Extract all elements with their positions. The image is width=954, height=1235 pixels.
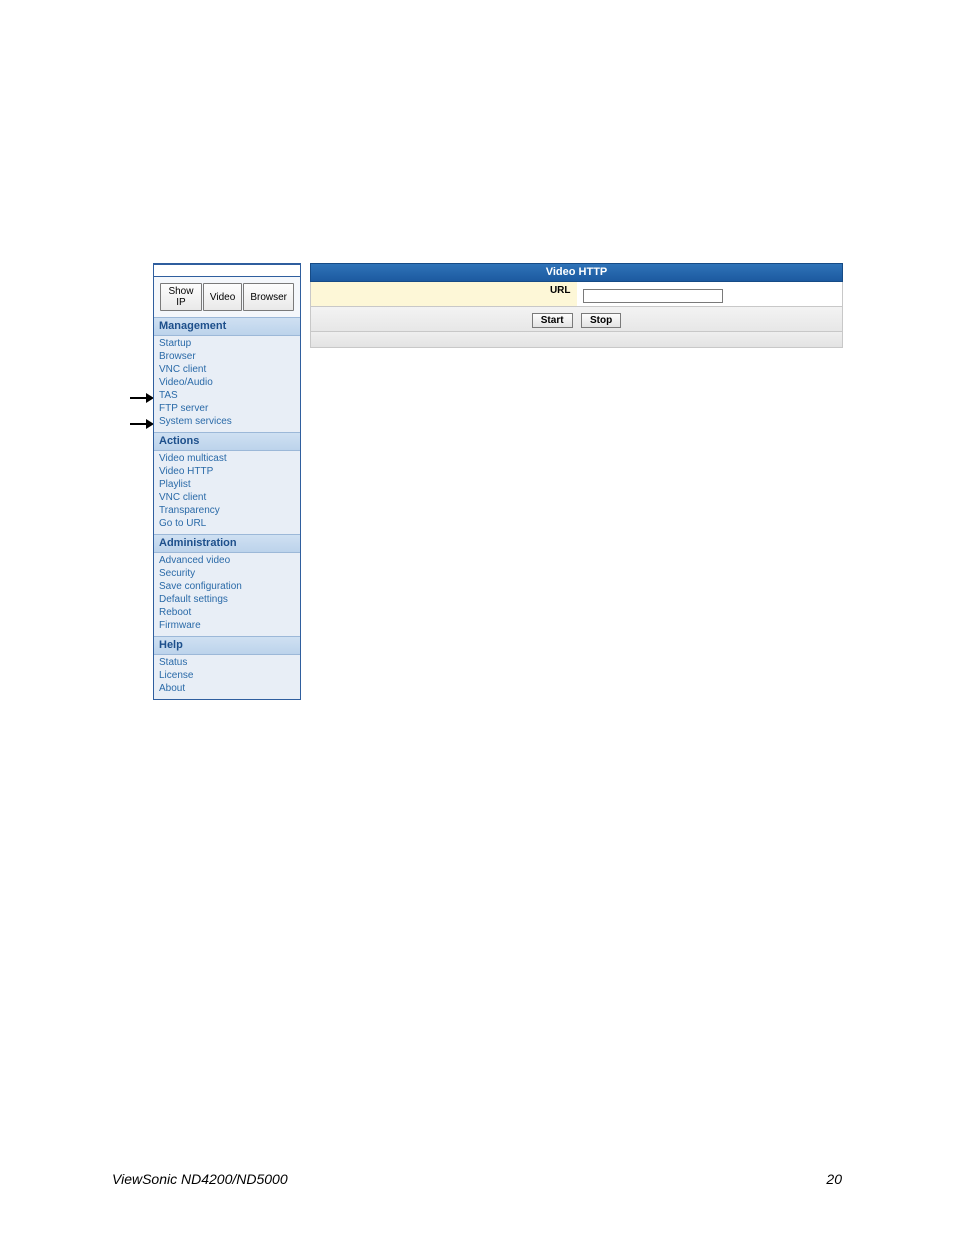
- url-row: URL: [310, 282, 843, 307]
- url-label: URL: [311, 282, 577, 306]
- section-management-body: Startup Browser VNC client Video/Audio T…: [154, 336, 300, 432]
- video-button[interactable]: Video: [203, 283, 242, 311]
- nav-status[interactable]: Status: [154, 657, 300, 670]
- section-actions-header: Actions: [154, 432, 300, 451]
- nav-playlist[interactable]: Playlist: [154, 479, 300, 492]
- nav-vnc-client[interactable]: VNC client: [154, 364, 300, 377]
- stop-button[interactable]: Stop: [581, 313, 621, 328]
- url-input[interactable]: [583, 289, 723, 303]
- nav-browser[interactable]: Browser: [154, 351, 300, 364]
- start-button[interactable]: Start: [532, 313, 573, 328]
- nav-security[interactable]: Security: [154, 568, 300, 581]
- url-value-cell: [577, 282, 843, 306]
- nav-ftp-server[interactable]: FTP server: [154, 403, 300, 416]
- nav-video-audio[interactable]: Video/Audio: [154, 377, 300, 390]
- section-help-body: Status License About: [154, 655, 300, 699]
- panel-footer-strip: [310, 332, 843, 348]
- section-administration-header: Administration: [154, 534, 300, 553]
- nav-save-configuration[interactable]: Save configuration: [154, 581, 300, 594]
- nav-vnc-client-action[interactable]: VNC client: [154, 492, 300, 505]
- pointer-arrow-video-http: [130, 418, 154, 430]
- sidebar-top-strip: [154, 264, 300, 277]
- nav-transparency[interactable]: Transparency: [154, 505, 300, 518]
- nav-go-to-url[interactable]: Go to URL: [154, 518, 300, 531]
- nav-about[interactable]: About: [154, 683, 300, 696]
- show-ip-button[interactable]: Show IP: [160, 283, 202, 311]
- main-panel: Video HTTP URL Start Stop: [310, 263, 843, 348]
- nav-default-settings[interactable]: Default settings: [154, 594, 300, 607]
- footer-page-number: 20: [826, 1171, 842, 1187]
- nav-video-multicast[interactable]: Video multicast: [154, 453, 300, 466]
- sidebar: Show IP Video Browser Management Startup…: [153, 263, 301, 700]
- footer-product-name: ViewSonic ND4200/ND5000: [112, 1171, 288, 1187]
- admin-ui-screenshot: Show IP Video Browser Management Startup…: [153, 263, 843, 700]
- nav-system-services[interactable]: System services: [154, 416, 300, 429]
- nav-advanced-video[interactable]: Advanced video: [154, 555, 300, 568]
- page-footer: ViewSonic ND4200/ND5000 20: [112, 1171, 842, 1187]
- nav-firmware[interactable]: Firmware: [154, 620, 300, 633]
- nav-license[interactable]: License: [154, 670, 300, 683]
- section-administration-body: Advanced video Security Save configurati…: [154, 553, 300, 636]
- section-management-header: Management: [154, 317, 300, 336]
- nav-startup[interactable]: Startup: [154, 338, 300, 351]
- panel-title: Video HTTP: [310, 263, 843, 282]
- pointer-arrow-actions: [130, 392, 154, 404]
- action-button-row: Start Stop: [310, 307, 843, 332]
- sidebar-button-row: Show IP Video Browser: [154, 277, 300, 317]
- nav-tas[interactable]: TAS: [154, 390, 300, 403]
- browser-button[interactable]: Browser: [243, 283, 294, 311]
- section-actions-body: Video multicast Video HTTP Playlist VNC …: [154, 451, 300, 534]
- section-help-header: Help: [154, 636, 300, 655]
- nav-video-http[interactable]: Video HTTP: [154, 466, 300, 479]
- nav-reboot[interactable]: Reboot: [154, 607, 300, 620]
